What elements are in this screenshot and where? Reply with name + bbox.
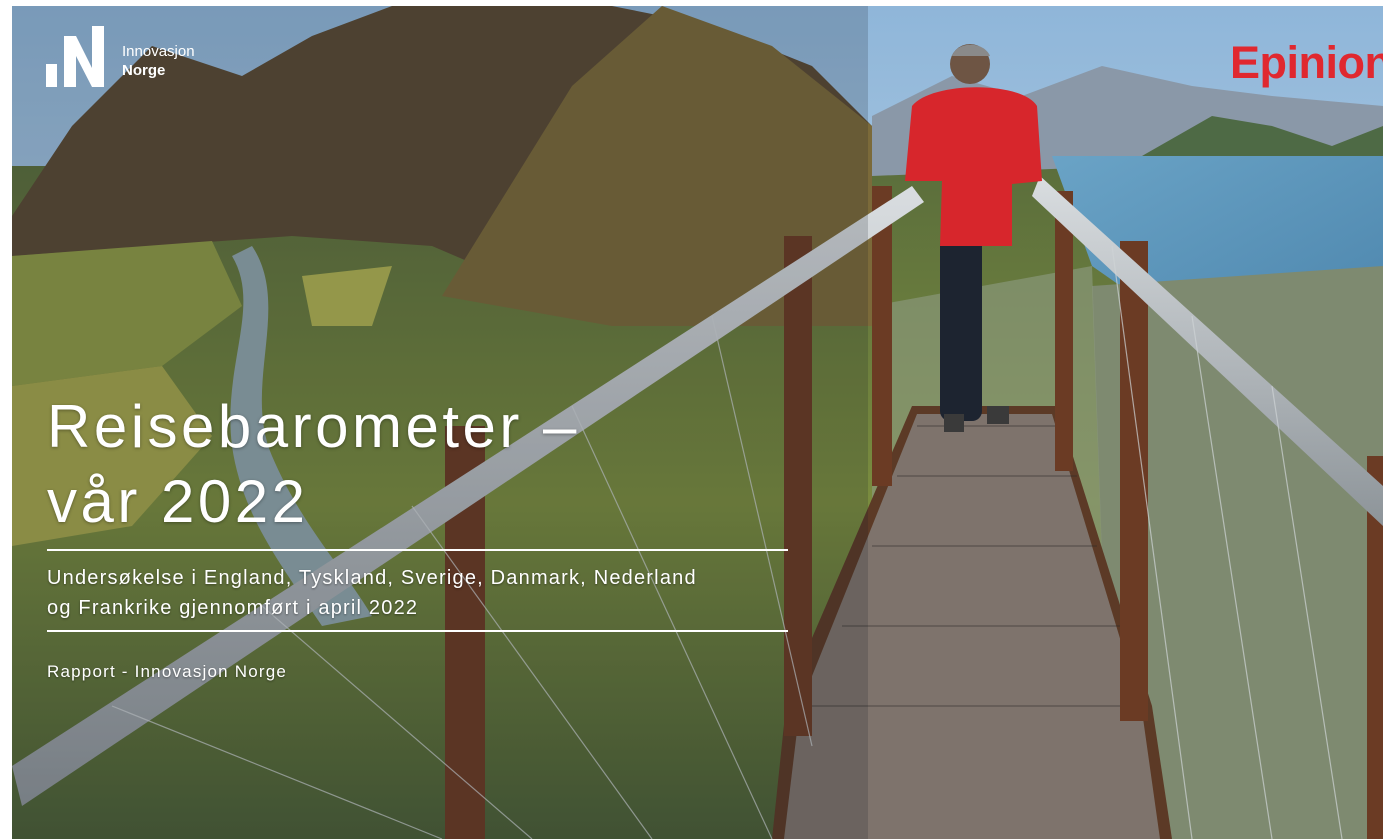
slide-subtitle-line2: og Frankrike gjennomført i april 2022: [47, 597, 419, 619]
logo-wordmark: Innovasjon Norge: [122, 42, 195, 80]
divider-bottom: [47, 630, 788, 632]
slide-title-line2: vår 2022: [47, 468, 309, 535]
slide-subtitle-line1: Undersøkelse i England, Tyskland, Sverig…: [47, 567, 697, 589]
logo-text-line2: Norge: [122, 62, 166, 79]
innovasjon-norge-logo-icon: [46, 26, 104, 87]
innovasjon-norge-logo: Innovasjon Norge: [46, 26, 246, 88]
slide-title: Reisebarometer – vår 2022: [47, 389, 580, 539]
slide-title-line1: Reisebarometer –: [47, 393, 580, 460]
divider-top: [47, 549, 788, 551]
title-slide: Innovasjon Norge Epinion Reisebarometer …: [12, 6, 1383, 839]
logo-text-line1: Innovasjon: [122, 43, 195, 60]
epinion-logo: Epinion: [1230, 37, 1383, 88]
slide-subtitle: Undersøkelse i England, Tyskland, Sverig…: [47, 563, 697, 623]
report-label: Rapport - Innovasjon Norge: [47, 662, 288, 681]
